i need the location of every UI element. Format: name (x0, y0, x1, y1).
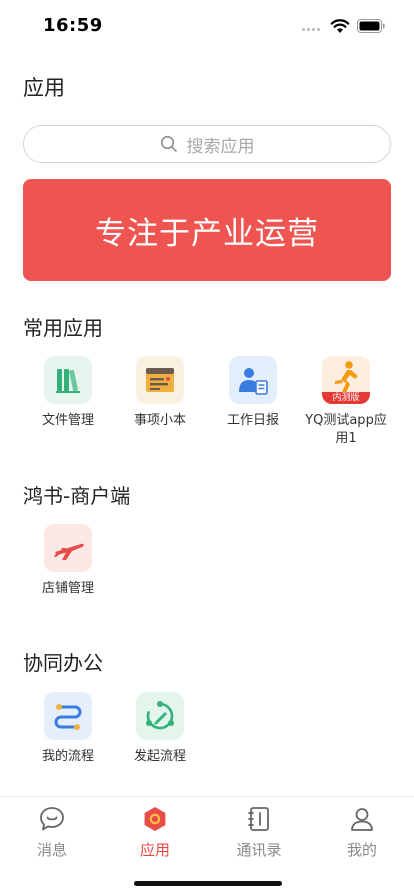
search-input[interactable]: 搜索应用 (23, 125, 391, 163)
tab-apps[interactable]: 应用 (115, 805, 195, 860)
app-file-manager[interactable]: 文件管理 (22, 356, 114, 430)
tab-label: 消息 (36, 841, 67, 859)
start-flow-icon (136, 692, 184, 740)
wifi-icon (330, 19, 350, 33)
promo-banner[interactable]: 专注于产业运营 (23, 179, 391, 281)
status-time: 16:59 (43, 15, 103, 36)
status-bar: 16:59 (0, 0, 414, 50)
workflow-icon (44, 692, 92, 740)
tab-contacts[interactable]: 通讯录 (219, 805, 299, 860)
tab-label: 应用 (139, 841, 170, 859)
section-title-common-apps: 常用应用 (23, 316, 103, 340)
message-icon (38, 805, 66, 833)
apps-icon (141, 805, 169, 833)
home-indicator (134, 881, 282, 886)
app-daily-report[interactable]: 工作日报 (207, 356, 299, 430)
app-start-workflow[interactable]: 发起流程 (114, 692, 206, 766)
runner-icon: 内测版 (322, 356, 370, 404)
contacts-icon (245, 805, 273, 833)
profile-icon (348, 805, 376, 833)
tab-profile[interactable]: 我的 (322, 805, 402, 860)
signal-icon (302, 28, 320, 31)
banner-text: 专注于产业运营 (95, 215, 319, 252)
tab-messages[interactable]: 消息 (12, 805, 92, 860)
search-placeholder: 搜索应用 (186, 136, 255, 157)
tab-label: 通讯录 (236, 841, 282, 859)
notebook-icon (136, 356, 184, 404)
app-label: 工作日报 (226, 413, 279, 428)
battery-icon (357, 19, 385, 33)
app-label: 我的流程 (41, 749, 94, 764)
app-store-management[interactable]: 店铺管理 (22, 524, 114, 598)
app-notebook[interactable]: 事项小本 (114, 356, 206, 430)
search-icon (160, 135, 177, 152)
app-label: YQ测试app应用1 (305, 413, 387, 446)
beta-badge: 内测版 (322, 392, 370, 404)
tab-label: 我的 (346, 841, 377, 859)
app-label: 店铺管理 (41, 581, 94, 596)
file-manager-icon (44, 356, 92, 404)
app-my-workflow[interactable]: 我的流程 (22, 692, 114, 766)
app-yq-test[interactable]: 内测版 YQ测试app应用1 (300, 356, 392, 448)
section-title-collaboration: 协同办公 (23, 651, 103, 675)
app-label: 发起流程 (133, 749, 186, 764)
daily-report-icon (229, 356, 277, 404)
section-title-merchant: 鸿书-商户端 (23, 484, 131, 508)
page-title: 应用 (23, 76, 65, 100)
app-label: 文件管理 (41, 413, 94, 428)
airplane-icon (44, 524, 92, 572)
app-label: 事项小本 (133, 413, 186, 428)
